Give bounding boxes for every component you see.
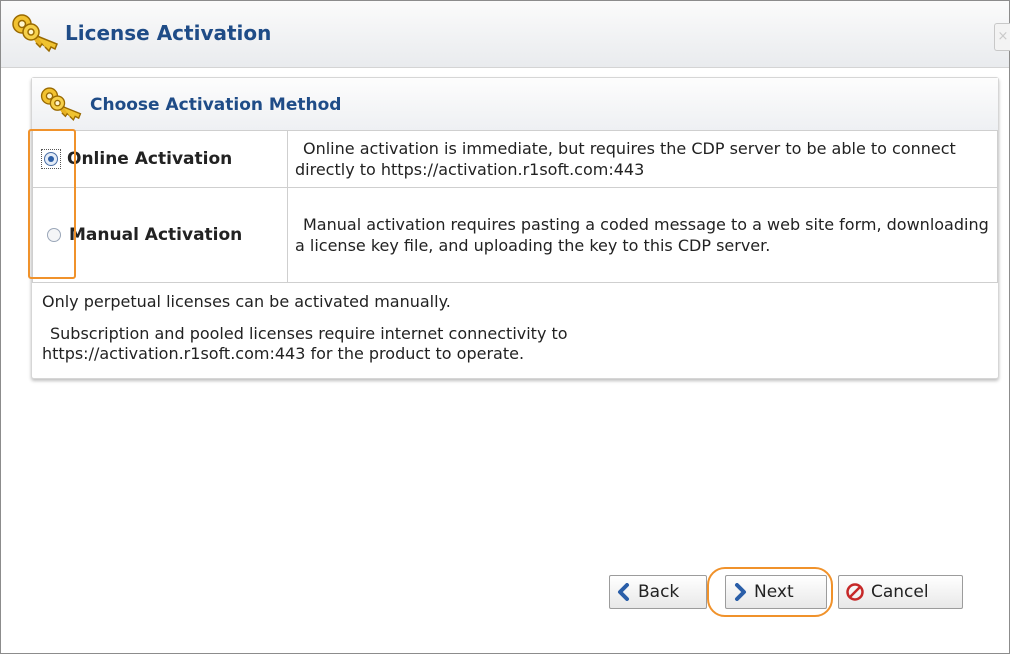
dialog-title: License Activation: [65, 21, 272, 45]
perpetual-license-note: Only perpetual licenses can be activated…: [42, 292, 451, 311]
license-activation-dialog: License Activation × Choose Activation M…: [0, 0, 1010, 654]
keys-icon: [40, 87, 82, 122]
option-row-online: Online Activation Online activation is i…: [32, 130, 998, 188]
subscription-note-line2: https://activation.r1soft.com:443 for th…: [42, 344, 525, 363]
chevron-left-icon: [618, 583, 629, 601]
back-label: Back: [638, 582, 680, 602]
option-row-manual: Manual Activation Manual activation requ…: [32, 187, 998, 283]
activation-method-panel: Choose Activation Method Online Activati…: [31, 77, 999, 379]
keys-icon: [12, 14, 58, 53]
online-activation-label[interactable]: Online Activation: [67, 149, 232, 169]
manual-description-text: Manual activation requires pasting a cod…: [295, 215, 989, 255]
manual-activation-label[interactable]: Manual Activation: [69, 225, 242, 245]
online-activation-description: Online activation is immediate, but requ…: [287, 130, 998, 188]
cancel-label: Cancel: [871, 582, 929, 602]
panel-title: Choose Activation Method: [90, 95, 342, 115]
cancel-button[interactable]: Cancel: [838, 575, 963, 609]
back-button[interactable]: Back: [609, 575, 707, 609]
cancel-icon: [846, 583, 864, 601]
next-highlight-annotation: [707, 567, 833, 617]
radio-highlight-annotation: [28, 129, 76, 279]
online-description-text: Online activation is immediate, but requ…: [295, 139, 956, 179]
subscription-note-line1: Subscription and pooled licenses require…: [50, 324, 568, 343]
close-button[interactable]: ×: [994, 23, 1010, 51]
panel-header: Choose Activation Method: [32, 78, 998, 131]
dialog-titlebar: License Activation ×: [1, 1, 1010, 68]
manual-activation-description: Manual activation requires pasting a cod…: [287, 187, 998, 283]
subscription-license-note: Subscription and pooled licenses require…: [42, 324, 982, 364]
activation-options-table: Online Activation Online activation is i…: [32, 130, 998, 283]
